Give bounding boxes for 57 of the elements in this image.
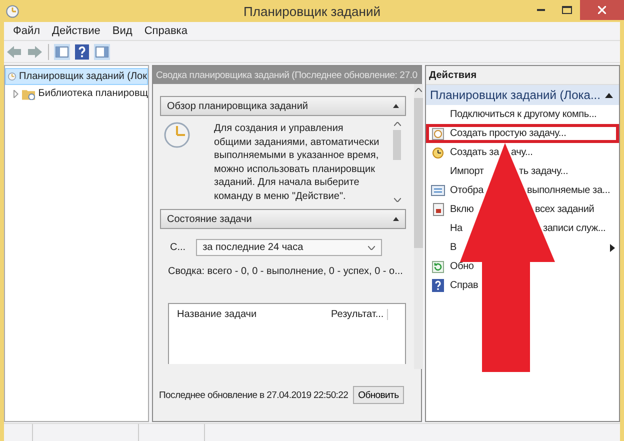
scrollbar-thumb[interactable] <box>393 130 401 160</box>
maximize-icon <box>562 6 572 14</box>
action-item[interactable]: Обно <box>426 257 478 276</box>
period-dropdown[interactable]: за последние 24 часа <box>196 239 382 256</box>
help-icon[interactable] <box>75 44 89 60</box>
column-header[interactable]: Название задачи <box>169 308 331 320</box>
close-icon <box>598 6 606 14</box>
menu-item[interactable]: Справка <box>139 25 192 37</box>
action-item[interactable]: На записи служ... <box>426 219 619 238</box>
minimize-icon <box>537 9 545 11</box>
refresh-button[interactable]: Обновить <box>353 386 404 404</box>
scroll-up-icon[interactable] <box>394 122 400 126</box>
app-icon <box>6 4 19 18</box>
action-item[interactable]: Создать за ачу... <box>426 143 619 162</box>
panel-icon[interactable] <box>54 44 70 60</box>
collapse-arrow-icon[interactable] <box>605 92 613 98</box>
menu-item[interactable]: Действие <box>47 25 106 37</box>
section-header[interactable]: Состояние задачи <box>160 209 406 229</box>
collapse-arrow-icon[interactable] <box>393 217 399 221</box>
scroll-up-icon[interactable] <box>415 88 422 92</box>
filter-label: С... <box>170 242 186 253</box>
scrollbar-thumb[interactable] <box>414 98 423 248</box>
actions-header: Действия <box>426 66 619 85</box>
tree-item[interactable]: Библиотека планировщ <box>5 85 148 102</box>
clock-icon <box>8 70 16 83</box>
actions-group-header[interactable]: Планировщик заданий (Лока... <box>426 85 619 105</box>
menu-item[interactable]: Вид <box>107 25 138 37</box>
action-item[interactable]: Создать простую задачу... <box>426 124 619 143</box>
submenu-arrow-icon <box>610 244 615 252</box>
close-button[interactable] <box>580 0 624 20</box>
collapse-arrow-icon[interactable] <box>393 104 399 108</box>
action-item[interactable]: Отобра выполняемые за... <box>426 181 619 200</box>
window-title: Планировщик заданий <box>244 4 380 19</box>
section-header[interactable]: Обзор планировщика заданий <box>160 96 406 116</box>
clock-icon <box>432 146 444 158</box>
help-icon <box>432 279 444 292</box>
action-item[interactable]: В <box>426 238 619 257</box>
action-item[interactable]: Импорт ть задачу... <box>426 162 619 181</box>
action-item[interactable]: Справ <box>426 276 482 295</box>
summary-text: Сводка: всего - 0, 0 - выполнение, 0 - успех, 0 - о... <box>167 265 404 277</box>
column-header[interactable]: Результат... <box>331 308 388 320</box>
clock-icon <box>164 122 190 148</box>
refresh-icon <box>432 260 444 272</box>
action-item[interactable]: Вклю всех заданий <box>426 200 619 219</box>
menu-item[interactable]: Файл <box>8 25 46 37</box>
scroll-down-icon[interactable] <box>394 198 400 202</box>
action-item[interactable]: Подключиться к другому компь... <box>426 105 601 124</box>
overview-text: Для создания и управления общими заданиями, автоматически выполняемыми в указанное время, можно использовать планировщик заданий. Для начала выберите команду в меню "Действие". <box>214 122 380 203</box>
last-updated-text: Последнее обновление в 27.04.2019 22:50:22 <box>159 390 348 400</box>
panel-header: Сводка планировщика заданий (Последнее обновление: 27.0 <box>153 66 421 84</box>
folder-icon <box>22 88 36 100</box>
window-list-icon <box>431 185 445 196</box>
panel-icon[interactable] <box>94 44 110 60</box>
expand-arrow-icon[interactable] <box>13 90 19 98</box>
dropdown-caret-icon[interactable] <box>368 246 375 250</box>
document-icon <box>432 203 444 216</box>
tree-item[interactable]: Планировщик заданий (Лок <box>5 68 148 85</box>
